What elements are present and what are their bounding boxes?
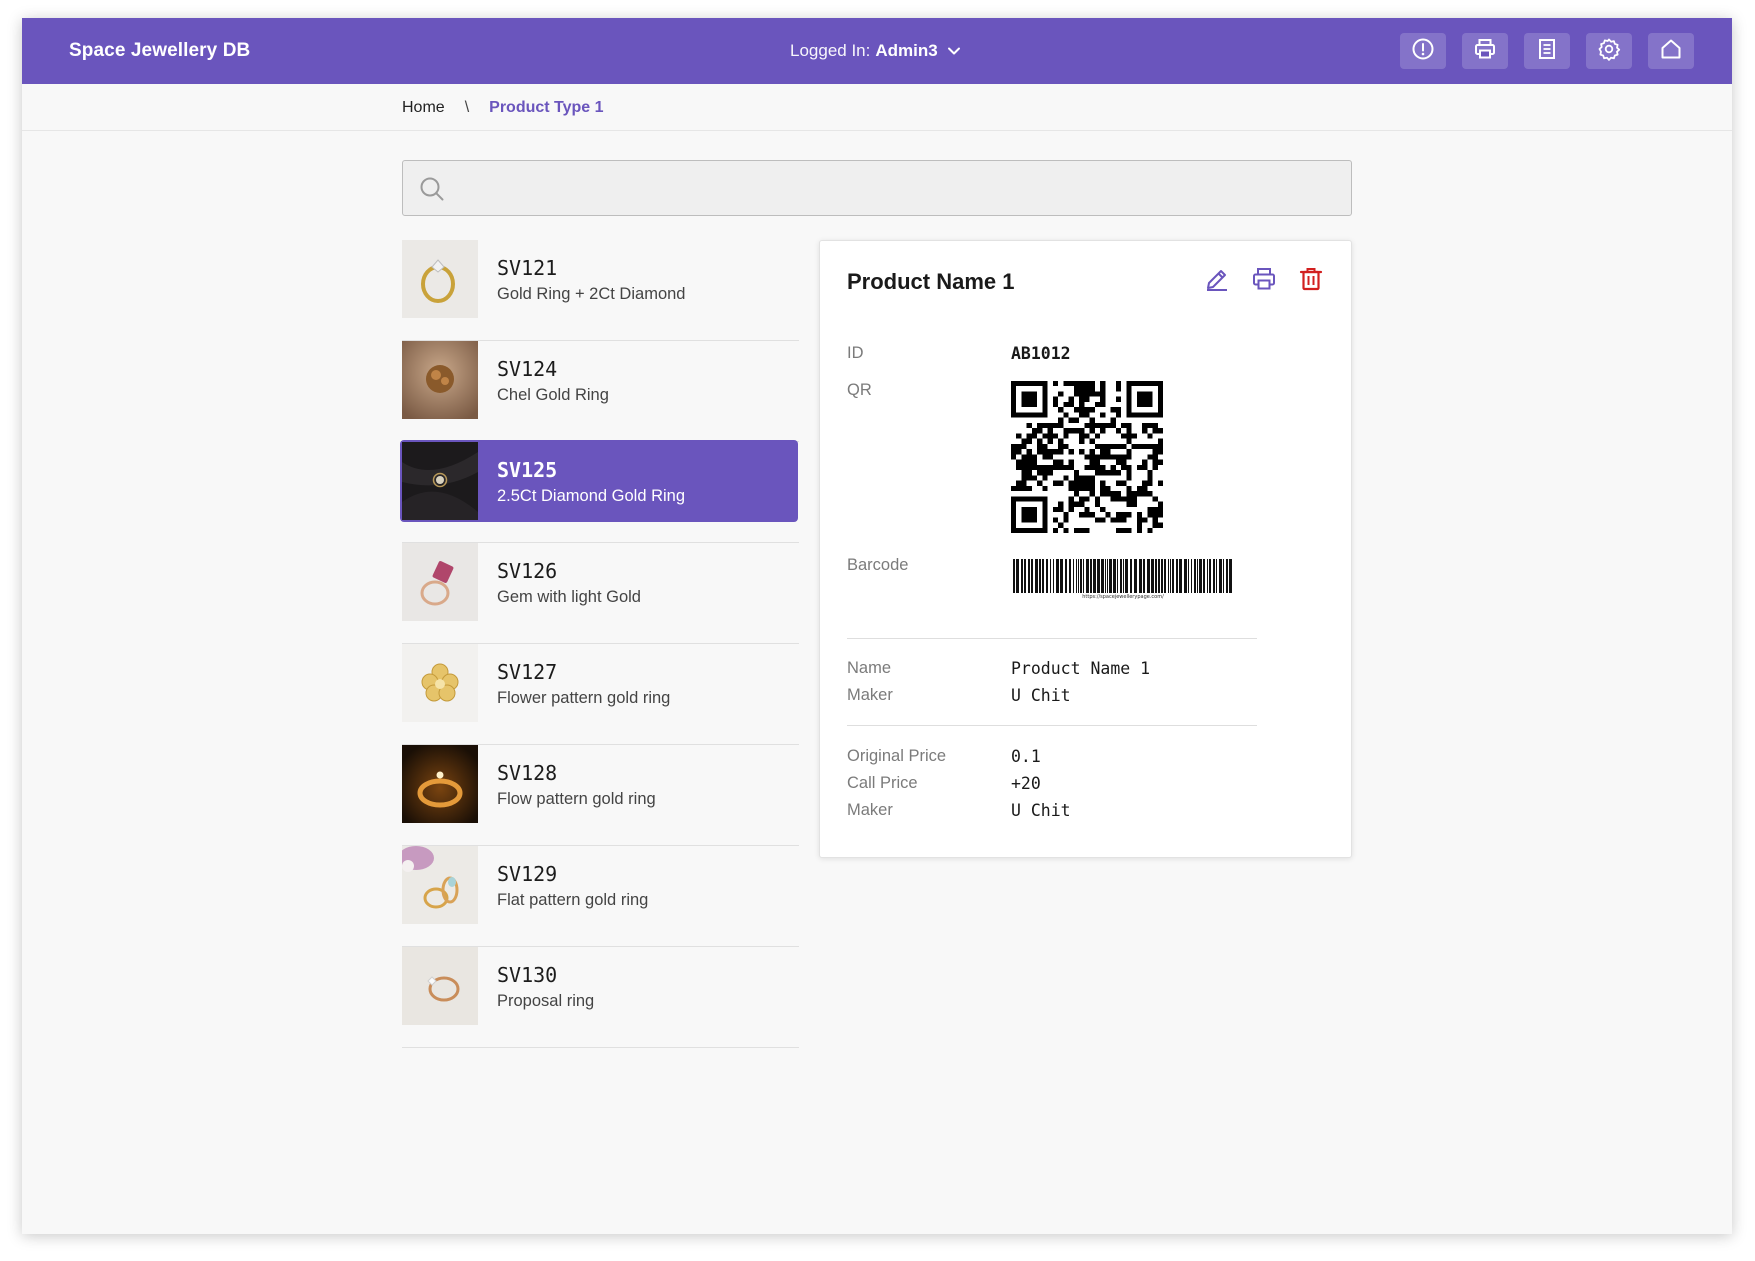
- product-code: SV128: [497, 761, 558, 785]
- app-window: Space Jewellery DB Logged In: Admin3 Hom…: [22, 18, 1732, 1234]
- print-detail-button[interactable]: [1250, 267, 1278, 295]
- product-code: SV124: [497, 357, 558, 381]
- divider: [847, 638, 1257, 639]
- name-label: Name: [847, 659, 892, 677]
- breadcrumb-separator: \: [464, 99, 470, 116]
- alert-button[interactable]: [1400, 33, 1446, 69]
- home-icon: [1659, 37, 1683, 66]
- product-thumbnail: [402, 947, 478, 1025]
- delete-icon: [1298, 266, 1324, 297]
- list-item[interactable]: SV126 Gem with light Gold: [402, 543, 799, 644]
- qr-code-image: [1011, 381, 1163, 533]
- maker-label: Maker: [847, 686, 893, 704]
- product-thumbnail: [402, 644, 478, 722]
- product-code: SV125: [497, 458, 558, 482]
- chevron-down-icon: [946, 43, 962, 59]
- product-description: Flat pattern gold ring: [497, 891, 649, 909]
- print-icon: [1251, 266, 1277, 297]
- product-code: SV126: [497, 559, 558, 583]
- maker-label: Maker: [847, 801, 893, 819]
- settings-icon: [1597, 37, 1621, 66]
- product-description: Gem with light Gold: [497, 588, 641, 606]
- barcode-label: Barcode: [847, 556, 909, 574]
- document-icon: [1535, 37, 1559, 66]
- original-price-value: 0.1: [1011, 747, 1041, 766]
- list-item[interactable]: SV129 Flat pattern gold ring: [402, 846, 799, 947]
- product-title: Product Name 1: [847, 269, 1015, 294]
- search-icon: [419, 176, 445, 207]
- divider: [847, 725, 1257, 726]
- search-input[interactable]: [457, 169, 1337, 207]
- breadcrumb-current[interactable]: Product Type 1: [489, 84, 603, 131]
- user-menu-label: Logged In:: [790, 41, 871, 60]
- original-price-label: Original Price: [847, 747, 947, 765]
- detail-actions: [1203, 267, 1325, 295]
- document-button[interactable]: [1524, 33, 1570, 69]
- breadcrumb-home[interactable]: Home: [402, 84, 445, 131]
- product-description: 2.5Ct Diamond Gold Ring: [497, 487, 686, 505]
- breadcrumb: Home \ Product Type 1: [402, 84, 604, 131]
- print-icon: [1473, 37, 1497, 66]
- alert-icon: [1411, 37, 1435, 66]
- edit-button[interactable]: [1203, 267, 1231, 295]
- home-button[interactable]: [1648, 33, 1694, 69]
- name-value: Product Name 1: [1011, 659, 1151, 678]
- id-label: ID: [847, 344, 864, 362]
- product-description: Chel Gold Ring: [497, 386, 609, 404]
- product-list: SV121 Gold Ring + 2Ct Diamond SV124 Chel…: [400, 240, 799, 1048]
- product-thumbnail: [402, 745, 478, 823]
- list-item[interactable]: SV121 Gold Ring + 2Ct Diamond: [402, 240, 799, 341]
- list-item[interactable]: SV130 Proposal ring: [402, 947, 799, 1048]
- product-description: Flow pattern gold ring: [497, 790, 656, 808]
- product-code: SV130: [497, 963, 558, 987]
- toolbar-icons: [1400, 33, 1694, 69]
- list-item-selected[interactable]: SV125 2.5Ct Diamond Gold Ring: [400, 440, 799, 543]
- id-value: AB1012: [1011, 344, 1071, 363]
- product-thumbnail: [402, 240, 478, 318]
- barcode-image: [1013, 559, 1233, 593]
- product-code: SV121: [497, 256, 558, 280]
- print-button[interactable]: [1462, 33, 1508, 69]
- qr-label: QR: [847, 381, 872, 399]
- delete-button[interactable]: [1297, 267, 1325, 295]
- top-bar: Space Jewellery DB Logged In: Admin3: [22, 18, 1732, 84]
- product-thumbnail: [402, 543, 478, 621]
- user-name: Admin3: [875, 41, 938, 60]
- product-description: Gold Ring + 2Ct Diamond: [497, 285, 686, 303]
- search-box[interactable]: [402, 160, 1352, 216]
- product-description: Flower pattern gold ring: [497, 689, 671, 707]
- user-menu[interactable]: Logged In: Admin3: [790, 18, 962, 84]
- product-description: Proposal ring: [497, 992, 595, 1010]
- product-code: SV127: [497, 660, 558, 684]
- product-thumbnail: [402, 442, 478, 520]
- maker-value: U Chit: [1011, 686, 1071, 705]
- call-price-value: +20: [1011, 774, 1041, 793]
- edit-icon: [1204, 266, 1230, 297]
- product-thumbnail: [402, 341, 478, 419]
- product-detail-card: Product Name 1 ID AB1012 QR Barcode http…: [819, 240, 1352, 858]
- product-code: SV129: [497, 862, 558, 886]
- call-price-label: Call Price: [847, 774, 918, 792]
- app-title: Space Jewellery DB: [69, 40, 251, 61]
- settings-button[interactable]: [1586, 33, 1632, 69]
- list-item[interactable]: SV127 Flower pattern gold ring: [402, 644, 799, 745]
- list-item[interactable]: SV128 Flow pattern gold ring: [402, 745, 799, 846]
- breadcrumb-bar: Home \ Product Type 1: [22, 84, 1732, 131]
- list-item[interactable]: SV124 Chel Gold Ring: [402, 341, 799, 442]
- maker-value: U Chit: [1011, 801, 1071, 820]
- product-thumbnail: [402, 846, 478, 924]
- barcode-text: https://spacejewellerypage.com/: [1082, 594, 1164, 600]
